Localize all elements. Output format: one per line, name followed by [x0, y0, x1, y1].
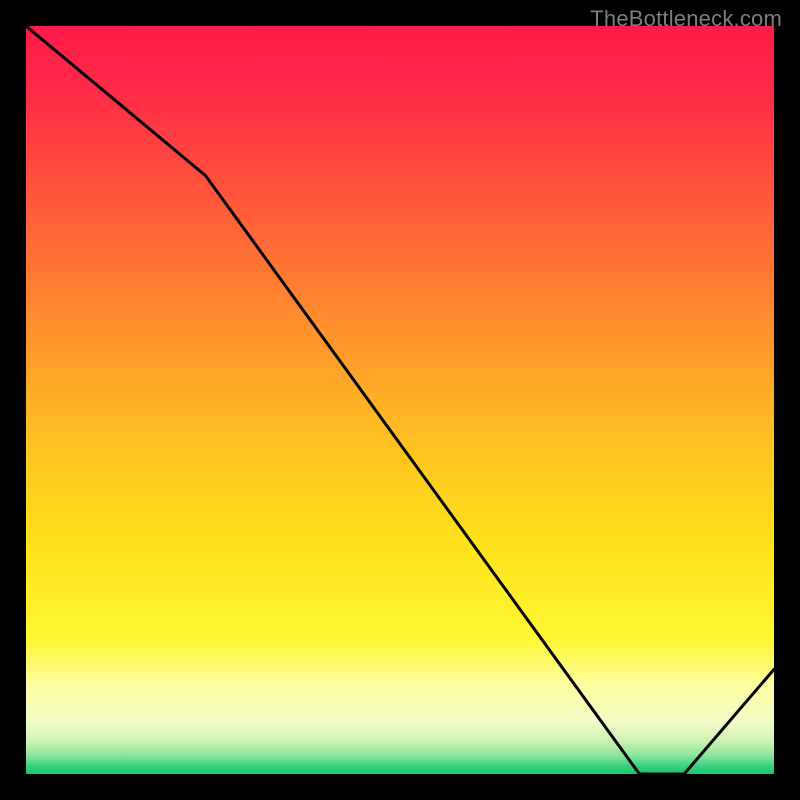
- chart-background: [26, 26, 774, 774]
- chart-frame: [26, 26, 774, 774]
- chart-plot: [26, 26, 774, 774]
